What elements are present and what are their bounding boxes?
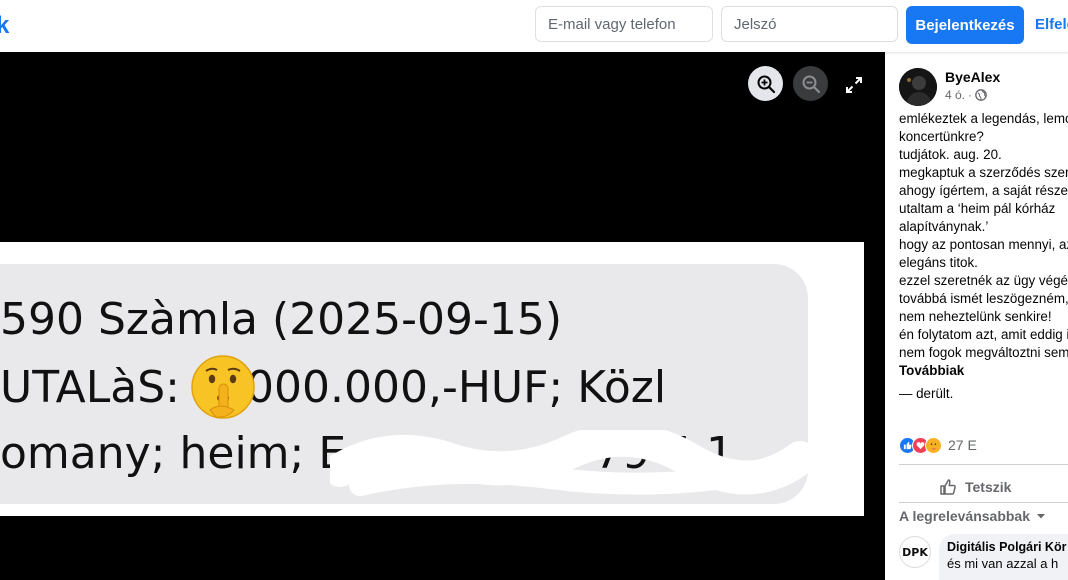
facebook-logo[interactable]: k <box>0 12 9 40</box>
post-tail: — derült. <box>899 386 954 401</box>
post-line: továbbá ismét leszögezném, hogy <box>899 291 1068 306</box>
divider <box>899 502 1068 503</box>
comment-text: és mi van azzal a h <box>947 556 1059 571</box>
comment-sort-dropdown[interactable]: A legrelevánsabbak <box>899 508 1046 524</box>
zoom-out-button[interactable] <box>793 66 828 101</box>
sort-label: A legrelevánsabbak <box>899 508 1030 524</box>
magnifier-minus-icon <box>802 75 820 93</box>
post-photo: 590 Szàmla (2025-09-15) UTALàS: 000.000,-… <box>0 242 864 516</box>
post-line: nem neheztelünk senkire! <box>899 309 1052 324</box>
post-line: koncertünkre? <box>899 129 984 144</box>
globe-icon <box>975 89 987 101</box>
password-field[interactable] <box>721 6 898 42</box>
photo-text-fragment: 000.000,-HUF; Közl <box>246 362 667 413</box>
post-side-panel: ByeAlex 4 ó. · emlékeztek a legendás, le… <box>885 52 1068 580</box>
post-line: emlékeztek a legendás, lemondott <box>899 111 1068 126</box>
avatar-image <box>899 68 937 106</box>
reaction-summary[interactable]: 27 E <box>899 436 977 454</box>
login-button[interactable]: Bejelentkezés <box>906 6 1024 44</box>
zoom-in-button[interactable] <box>748 66 783 101</box>
commenter-avatar[interactable]: DPK <box>899 536 931 568</box>
shushing-face-emoji <box>191 355 255 419</box>
post-line: nem fogok megváltoztni semmit <box>899 345 1068 360</box>
photo-text-line: UTALàS: 000.000,-HUF; Közl <box>0 362 666 413</box>
post-line: megkaptuk a szerződés szerinti <box>899 165 1068 180</box>
post-line: hogy az pontosan mennyi, az <box>899 237 1068 252</box>
meta-separator: · <box>968 88 973 102</box>
caret-down-icon <box>1037 514 1045 519</box>
post-line: én folytatom azt, amit eddig is <box>899 327 1068 342</box>
see-more-link[interactable]: Továbbiak <box>899 362 1068 380</box>
post-line: alapítványnak.’ <box>899 219 989 234</box>
post-line: elegáns titok. <box>899 255 978 270</box>
thumbs-up-icon <box>940 479 956 495</box>
forgot-password-link[interactable]: Elfelejtetted <box>1035 16 1068 33</box>
post-line: tudjátok. aug. 20. <box>899 147 1002 162</box>
photo-text-line: 590 Szàmla (2025-09-15) <box>0 294 563 345</box>
redaction-scribble <box>330 430 810 496</box>
divider <box>899 464 1068 465</box>
email-field[interactable] <box>535 6 713 42</box>
care-reaction-icon <box>925 436 942 454</box>
post-line: ahogy ígértem, a saját részemet <box>899 183 1068 198</box>
post-line: ezzel szeretnék az ügy végére <box>899 273 1068 288</box>
post-line: utaltam a ‘heim pál kórház <box>899 201 1056 216</box>
post-meta: 4 ó. · <box>945 88 987 102</box>
photo-text-fragment: omany; heim; Eg <box>0 428 375 479</box>
comment-author[interactable]: Digitális Polgári Kör <box>947 540 1068 554</box>
like-button[interactable]: Tetszik <box>899 470 1068 504</box>
author-avatar[interactable] <box>899 68 937 106</box>
post-body: emlékeztek a legendás, lemondott koncert… <box>899 110 1068 403</box>
magnifier-plus-icon <box>757 75 775 93</box>
fullscreen-button[interactable] <box>843 74 865 96</box>
photo-text-fragment: UTALàS: <box>0 362 180 413</box>
like-label: Tetszik <box>965 479 1012 495</box>
photo-viewer: 590 Szàmla (2025-09-15) UTALàS: 000.000,-… <box>0 52 885 580</box>
comment-bubble: Digitális Polgári Kör és mi van azzal a … <box>939 534 1068 580</box>
top-navigation-bar: k Bejelentkezés Elfelejtetted <box>0 0 1068 52</box>
expand-icon <box>846 77 862 93</box>
post-author-name[interactable]: ByeAlex <box>945 69 1000 85</box>
reaction-count[interactable]: 27 E <box>948 437 977 453</box>
post-time[interactable]: 4 ó. <box>945 88 965 102</box>
